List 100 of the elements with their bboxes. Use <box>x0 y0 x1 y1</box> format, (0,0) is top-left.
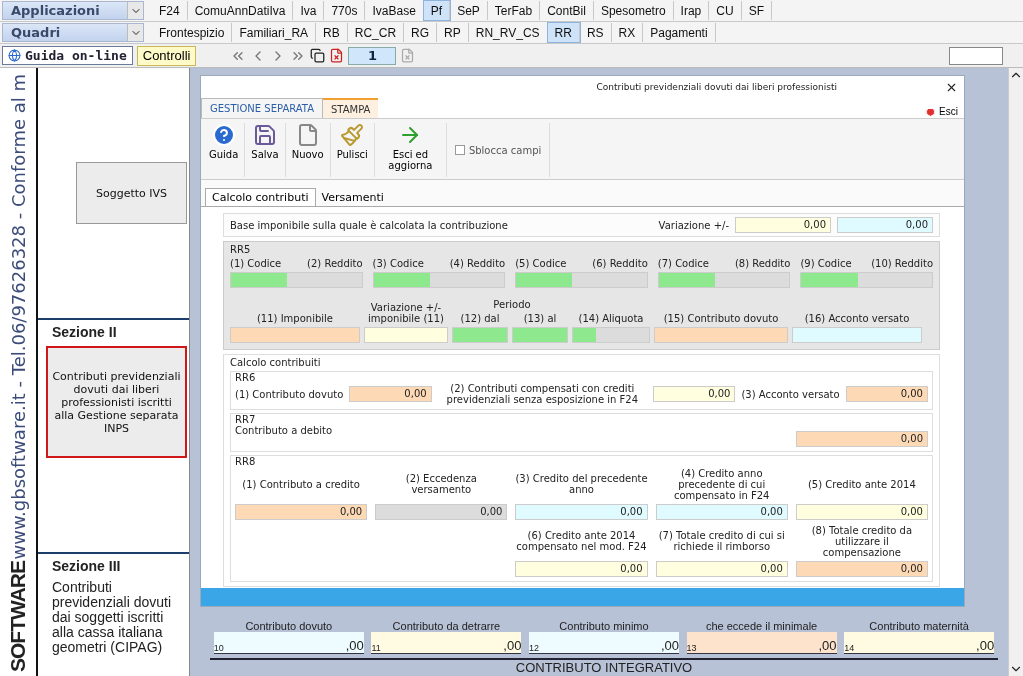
base-label: Base imponibile sulla quale è calcolata la contribuzione <box>230 219 509 231</box>
menu-dropdown[interactable]: Applicazioni <box>2 1 144 20</box>
field-label: (13) al <box>522 313 558 324</box>
menu-dropdown[interactable]: Quadri <box>2 23 144 42</box>
section-description: Contributi previdenziali dovuti dai soggetti iscritti alla cassa italiana geometri (CIPAG) <box>51 580 173 655</box>
code-field[interactable] <box>372 272 506 288</box>
field-label: (7) Totale credito di cui si richiede il rimborso <box>657 529 786 554</box>
help-online-button[interactable]: Guida on-line <box>2 46 133 65</box>
amount-field[interactable]: 0,00 <box>653 386 736 402</box>
amount-field[interactable]: 11 ,00 <box>371 632 522 654</box>
input-field[interactable] <box>792 327 922 343</box>
tab[interactable]: Irap <box>673 1 710 20</box>
globe-icon <box>8 49 21 62</box>
tab[interactable]: Versamenti <box>315 188 390 206</box>
tab[interactable]: SF <box>741 1 772 20</box>
controls-button[interactable]: Controlli <box>136 45 197 66</box>
amount-field[interactable]: 0,00 <box>795 504 928 520</box>
group-title: RR5 <box>230 244 252 255</box>
field-label: (4) Credito anno precedente di cui compensato in F24 <box>672 467 771 501</box>
tab[interactable]: Frontespizio <box>152 23 233 42</box>
tab[interactable]: SeP <box>450 1 488 20</box>
input-field[interactable] <box>364 327 448 343</box>
toolbar-button[interactable]: Nuovo <box>285 123 331 177</box>
code-field[interactable] <box>515 272 648 288</box>
code-field[interactable] <box>657 272 791 288</box>
amount-field[interactable]: 0,00 <box>235 504 368 520</box>
input-field[interactable] <box>654 327 788 343</box>
field-label: (11) Imponibile <box>255 313 334 324</box>
tab[interactable]: RX <box>611 23 644 42</box>
delete-page-icon[interactable] <box>400 48 416 63</box>
tab[interactable]: Pagamenti <box>643 23 716 42</box>
tab[interactable]: RP <box>437 23 469 42</box>
field-label: (9) Codice <box>800 258 852 269</box>
field-label: (12) dal <box>459 313 501 324</box>
field-label: (6) Reddito <box>592 258 648 269</box>
scrollbar[interactable] <box>1008 68 1023 676</box>
field-label: Variazione +/- imponibile (11) <box>367 302 445 324</box>
amount-field[interactable]: 0,00 <box>349 386 432 402</box>
tab[interactable]: ContBil <box>540 1 594 20</box>
amount-field[interactable]: 0,00 <box>655 504 788 520</box>
field-label: (8) Reddito <box>734 258 791 269</box>
tab[interactable]: Iva <box>293 1 325 20</box>
section-button[interactable]: Contributi previdenziali dovuti dai liberi professionisti iscritti alla Gestione separata INPS <box>46 346 187 458</box>
tab[interactable]: Spesometro <box>593 1 674 20</box>
tab[interactable]: Pf <box>423 1 451 20</box>
field-label: Contributo maternità <box>868 619 970 632</box>
toolbar-button[interactable]: Guida <box>203 123 246 177</box>
page-number-field[interactable]: 1 <box>348 46 397 65</box>
input-field[interactable] <box>452 327 508 343</box>
tab[interactable]: F24 <box>152 1 188 20</box>
tab[interactable]: RS <box>579 23 612 42</box>
delete-page-icon[interactable] <box>329 48 345 63</box>
toolbar-button[interactable]: Pulisci <box>330 123 375 177</box>
ribbon-tab[interactable]: GESTIONE SEPARATA <box>201 98 323 118</box>
amount-field[interactable]: 0,00 <box>837 217 933 233</box>
amount-field[interactable]: 0,00 <box>375 504 508 520</box>
amount-field[interactable]: 0,00 <box>795 561 928 577</box>
pages-icon[interactable] <box>310 48 326 63</box>
amount-field[interactable]: 0,00 <box>735 217 831 233</box>
tab[interactable]: Calcolo contributi <box>205 188 316 206</box>
amount-field[interactable]: 0,00 <box>796 431 928 447</box>
amount-field[interactable]: 0,00 <box>515 504 648 520</box>
exit-button[interactable]: Esci <box>919 105 964 118</box>
field-label: Contributo da detrarre <box>391 619 502 632</box>
tab[interactable]: TerFab <box>487 1 541 20</box>
field-label: (5) Codice <box>515 258 567 269</box>
tab[interactable]: RG <box>404 23 438 42</box>
tab[interactable]: CU <box>709 1 742 20</box>
section-title: CONTRIBUTO INTEGRATIVO <box>210 658 998 676</box>
toolbar-button[interactable]: Esci ed aggiorna <box>374 123 447 177</box>
amount-field[interactable]: 14 ,00 <box>844 632 995 654</box>
input-field[interactable] <box>512 327 568 343</box>
field-label: (5) Credito ante 2014 <box>806 477 917 492</box>
tab[interactable]: RR <box>547 23 580 42</box>
input-field[interactable] <box>949 46 1003 65</box>
tab[interactable]: RC_CR <box>347 23 405 42</box>
tab[interactable]: RB <box>316 23 348 42</box>
code-field[interactable] <box>800 272 933 288</box>
amount-field[interactable]: 12 ,00 <box>529 632 679 654</box>
logo-text: SOFTWARE <box>6 561 30 672</box>
field-label: (8) Totale credito da utilizzare il compensazione <box>810 524 914 558</box>
unlock-checkbox[interactable]: Sblocca campi <box>446 123 551 177</box>
section-button[interactable]: Soggetto IVS <box>76 162 187 224</box>
toolbar-button[interactable]: Salva <box>245 123 286 177</box>
tab[interactable]: ComuAnnDatiIva <box>187 1 294 20</box>
input-field[interactable] <box>230 327 360 343</box>
input-field[interactable] <box>572 327 650 343</box>
amount-field[interactable]: 0,00 <box>655 561 788 577</box>
tab[interactable]: Familiari_RA <box>232 23 317 42</box>
group-title: RR6 <box>235 372 257 383</box>
tab[interactable]: 770s <box>324 1 366 20</box>
vertical-website-text: www.gbsoftware.it - Tel.06/97626328 - Conforme al m <box>7 74 29 560</box>
code-field[interactable] <box>230 272 363 288</box>
amount-field[interactable]: 0,00 <box>845 386 928 402</box>
ribbon-tab[interactable]: STAMPA <box>323 98 379 118</box>
field-label: (3) Credito del precedente anno <box>515 472 648 497</box>
amount-field[interactable]: 13 ,00 <box>686 632 837 654</box>
field-label: (4) Reddito <box>449 258 506 269</box>
amount-field[interactable]: 10 ,00 <box>213 632 364 654</box>
amount-field[interactable]: 0,00 <box>515 561 648 577</box>
